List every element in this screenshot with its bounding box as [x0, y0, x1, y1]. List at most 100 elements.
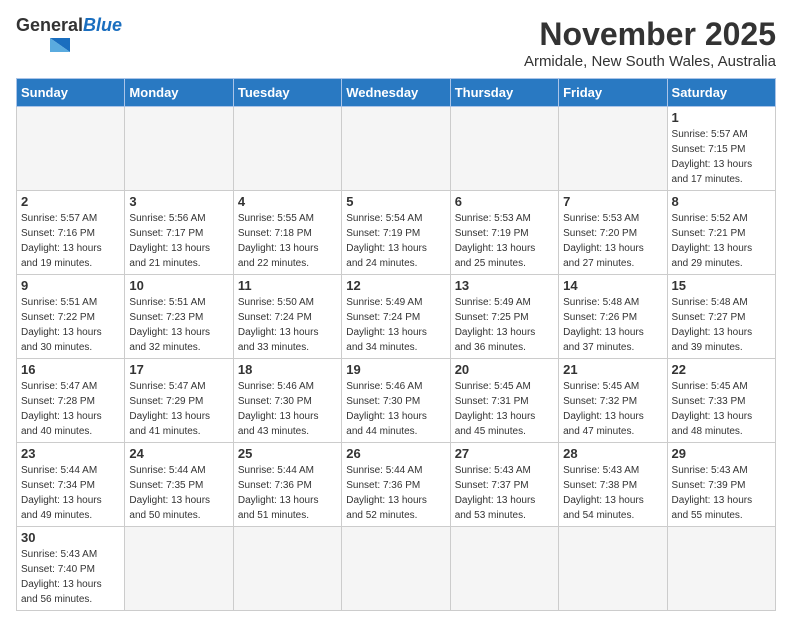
day-cell: 21Sunrise: 5:45 AM Sunset: 7:32 PM Dayli…	[559, 359, 667, 443]
day-cell: 14 Sunrise: 5:48 AM Sunset: 7:26 PM Dayli…	[559, 275, 667, 359]
day-info: Sunrise: 5:55 AM Sunset: 7:18 PM Dayligh…	[238, 211, 337, 271]
day-info: Sunrise: 5:51 AM Sunset: 7:23 PM Dayligh…	[129, 295, 228, 355]
day-info: Sunrise: 5:44 AM Sunset: 7:36 PM Dayligh…	[238, 463, 337, 523]
day-cell	[342, 527, 450, 611]
day-cell: 9 Sunrise: 5:51 AM Sunset: 7:22 PM Daylig…	[17, 275, 125, 359]
day-cell: 29 Sunrise: 5:43 AM Sunset: 7:39 PM Dayli…	[667, 443, 775, 527]
day-number: 8	[672, 194, 771, 209]
day-info: Sunrise: 5:54 AM Sunset: 7:19 PM Dayligh…	[346, 211, 445, 271]
col-header-saturday: Saturday	[667, 79, 775, 107]
day-number: 29	[672, 446, 771, 461]
location-title: Armidale, New South Wales, Australia	[524, 53, 776, 70]
day-cell: 5Sunrise: 5:54 AM Sunset: 7:19 PM Daylig…	[342, 191, 450, 275]
day-number: 4	[238, 194, 337, 209]
day-cell: 25 Sunrise: 5:44 AM Sunset: 7:36 PM Dayli…	[233, 443, 341, 527]
day-info: Sunrise: 5:46 AM Sunset: 7:30 PM Dayligh…	[238, 379, 337, 439]
day-number: 23	[21, 446, 120, 461]
calendar-header-row: SundayMondayTuesdayWednesdayThursdayFrid…	[17, 79, 776, 107]
week-row-4: 23Sunrise: 5:44 AM Sunset: 7:34 PM Dayli…	[17, 443, 776, 527]
day-info: Sunrise: 5:52 AM Sunset: 7:21 PM Dayligh…	[672, 211, 771, 271]
day-number: 17	[129, 362, 228, 377]
day-info: Sunrise: 5:43 AM Sunset: 7:39 PM Dayligh…	[672, 463, 771, 523]
day-cell: 1 Sunrise: 5:57 AM Sunset: 7:15 PM Daylig…	[667, 107, 775, 191]
day-cell: 6 Sunrise: 5:53 AM Sunset: 7:19 PM Daylig…	[450, 191, 558, 275]
day-info: Sunrise: 5:57 AM Sunset: 7:16 PM Dayligh…	[21, 211, 120, 271]
day-cell: 24 Sunrise: 5:44 AM Sunset: 7:35 PM Dayli…	[125, 443, 233, 527]
week-row-5: 30 Sunrise: 5:43 AM Sunset: 7:40 PM Dayli…	[17, 527, 776, 611]
day-number: 2	[21, 194, 120, 209]
day-number: 21	[563, 362, 662, 377]
day-number: 15	[672, 278, 771, 293]
logo: General Blue	[16, 16, 122, 54]
day-cell: 30 Sunrise: 5:43 AM Sunset: 7:40 PM Dayli…	[17, 527, 125, 611]
day-cell	[559, 527, 667, 611]
day-number: 6	[455, 194, 554, 209]
logo-blue-text: Blue	[83, 16, 122, 36]
day-cell: 26 Sunrise: 5:44 AM Sunset: 7:36 PM Dayli…	[342, 443, 450, 527]
day-info: Sunrise: 5:45 AM Sunset: 7:31 PM Dayligh…	[455, 379, 554, 439]
day-cell: 7Sunrise: 5:53 AM Sunset: 7:20 PM Daylig…	[559, 191, 667, 275]
day-number: 19	[346, 362, 445, 377]
day-number: 18	[238, 362, 337, 377]
day-cell	[233, 527, 341, 611]
day-info: Sunrise: 5:44 AM Sunset: 7:35 PM Dayligh…	[129, 463, 228, 523]
day-cell: 2 Sunrise: 5:57 AM Sunset: 7:16 PM Daylig…	[17, 191, 125, 275]
day-info: Sunrise: 5:57 AM Sunset: 7:15 PM Dayligh…	[672, 127, 771, 187]
day-cell: 12Sunrise: 5:49 AM Sunset: 7:24 PM Dayli…	[342, 275, 450, 359]
day-cell	[450, 107, 558, 191]
day-cell: 8 Sunrise: 5:52 AM Sunset: 7:21 PM Daylig…	[667, 191, 775, 275]
day-number: 1	[672, 110, 771, 125]
day-number: 28	[563, 446, 662, 461]
day-number: 20	[455, 362, 554, 377]
day-info: Sunrise: 5:48 AM Sunset: 7:26 PM Dayligh…	[563, 295, 662, 355]
day-cell: 28Sunrise: 5:43 AM Sunset: 7:38 PM Dayli…	[559, 443, 667, 527]
day-cell: 4 Sunrise: 5:55 AM Sunset: 7:18 PM Daylig…	[233, 191, 341, 275]
day-info: Sunrise: 5:51 AM Sunset: 7:22 PM Dayligh…	[21, 295, 120, 355]
day-info: Sunrise: 5:49 AM Sunset: 7:25 PM Dayligh…	[455, 295, 554, 355]
col-header-monday: Monday	[125, 79, 233, 107]
day-number: 13	[455, 278, 554, 293]
day-number: 27	[455, 446, 554, 461]
week-row-3: 16Sunrise: 5:47 AM Sunset: 7:28 PM Dayli…	[17, 359, 776, 443]
day-cell: 19 Sunrise: 5:46 AM Sunset: 7:30 PM Dayli…	[342, 359, 450, 443]
day-number: 11	[238, 278, 337, 293]
day-number: 14	[563, 278, 662, 293]
day-cell: 27 Sunrise: 5:43 AM Sunset: 7:37 PM Dayli…	[450, 443, 558, 527]
day-info: Sunrise: 5:53 AM Sunset: 7:20 PM Dayligh…	[563, 211, 662, 271]
day-cell	[125, 107, 233, 191]
col-header-thursday: Thursday	[450, 79, 558, 107]
calendar: SundayMondayTuesdayWednesdayThursdayFrid…	[16, 78, 776, 611]
day-info: Sunrise: 5:46 AM Sunset: 7:30 PM Dayligh…	[346, 379, 445, 439]
day-cell: 17 Sunrise: 5:47 AM Sunset: 7:29 PM Dayli…	[125, 359, 233, 443]
day-number: 3	[129, 194, 228, 209]
day-cell	[233, 107, 341, 191]
day-number: 16	[21, 362, 120, 377]
week-row-1: 2 Sunrise: 5:57 AM Sunset: 7:16 PM Daylig…	[17, 191, 776, 275]
day-cell	[559, 107, 667, 191]
day-info: Sunrise: 5:43 AM Sunset: 7:40 PM Dayligh…	[21, 547, 120, 607]
day-cell: 3Sunrise: 5:56 AM Sunset: 7:17 PM Daylig…	[125, 191, 233, 275]
logo-icon	[16, 36, 76, 54]
day-info: Sunrise: 5:44 AM Sunset: 7:36 PM Dayligh…	[346, 463, 445, 523]
day-number: 26	[346, 446, 445, 461]
day-info: Sunrise: 5:43 AM Sunset: 7:37 PM Dayligh…	[455, 463, 554, 523]
month-title: November 2025	[524, 16, 776, 53]
day-number: 30	[21, 530, 120, 545]
day-number: 25	[238, 446, 337, 461]
day-info: Sunrise: 5:53 AM Sunset: 7:19 PM Dayligh…	[455, 211, 554, 271]
col-header-sunday: Sunday	[17, 79, 125, 107]
day-number: 24	[129, 446, 228, 461]
day-cell: 20 Sunrise: 5:45 AM Sunset: 7:31 PM Dayli…	[450, 359, 558, 443]
title-area: November 2025 Armidale, New South Wales,…	[524, 16, 776, 70]
day-info: Sunrise: 5:49 AM Sunset: 7:24 PM Dayligh…	[346, 295, 445, 355]
day-cell: 18 Sunrise: 5:46 AM Sunset: 7:30 PM Dayli…	[233, 359, 341, 443]
day-info: Sunrise: 5:47 AM Sunset: 7:29 PM Dayligh…	[129, 379, 228, 439]
logo-general-text: General	[16, 16, 83, 36]
week-row-0: 1 Sunrise: 5:57 AM Sunset: 7:15 PM Daylig…	[17, 107, 776, 191]
day-number: 9	[21, 278, 120, 293]
day-cell: 11 Sunrise: 5:50 AM Sunset: 7:24 PM Dayli…	[233, 275, 341, 359]
day-cell: 16Sunrise: 5:47 AM Sunset: 7:28 PM Dayli…	[17, 359, 125, 443]
col-header-wednesday: Wednesday	[342, 79, 450, 107]
day-info: Sunrise: 5:50 AM Sunset: 7:24 PM Dayligh…	[238, 295, 337, 355]
day-cell	[667, 527, 775, 611]
